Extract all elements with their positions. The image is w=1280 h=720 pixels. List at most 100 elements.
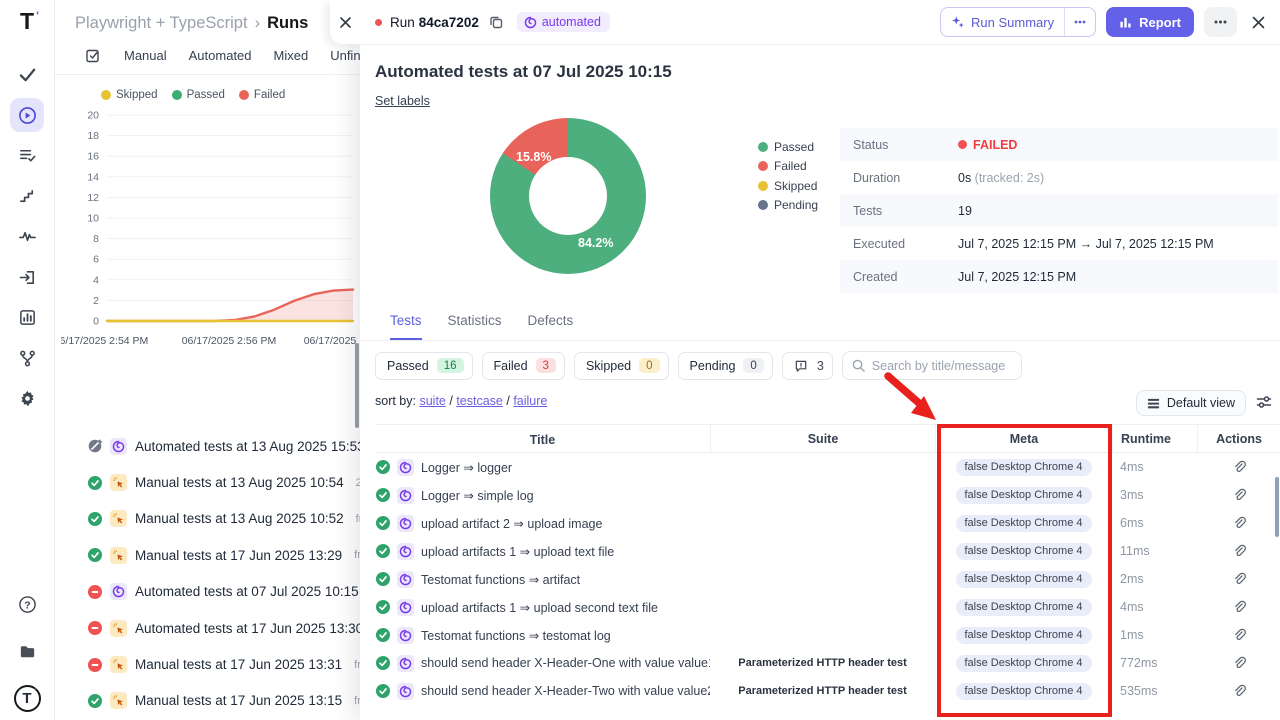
filter-chip-failed[interactable]: Failed3 [482, 352, 565, 380]
test-actions[interactable] [1197, 488, 1280, 502]
test-suite: Parameterized HTTP header test [710, 685, 935, 697]
pulse-icon[interactable] [10, 220, 44, 254]
test-row[interactable]: should send header X-Header-Two with val… [375, 677, 1280, 705]
set-labels-link[interactable]: Set labels [375, 94, 430, 108]
test-row[interactable]: upload artifact 2 ⇒ upload imagefalse De… [375, 509, 1280, 537]
detail-panel-scrollbar[interactable] [1275, 477, 1279, 537]
test-runtime: 4ms [1112, 460, 1197, 474]
meta-tag[interactable]: false Desktop Chrome 4 [956, 683, 1092, 700]
test-actions[interactable] [1197, 460, 1280, 474]
select-runs-icon[interactable] [85, 47, 102, 64]
meta-tag[interactable]: false Desktop Chrome 4 [956, 515, 1092, 532]
comments-filter-chip[interactable]: 3 [782, 352, 833, 380]
milestones-stairs-icon[interactable] [10, 179, 44, 213]
runs-tab-manual[interactable]: Manual [124, 48, 167, 63]
svg-text:12: 12 [87, 192, 99, 204]
run-list-item[interactable]: Manual tests at 13 Aug 2025 10:542 [55, 464, 360, 500]
runs-tab-mixed[interactable]: Mixed [274, 48, 309, 63]
svg-text:20: 20 [87, 110, 99, 122]
run-list-item[interactable]: Manual tests at 17 Jun 2025 13:31from [55, 646, 360, 682]
test-row[interactable]: Logger ⇒ simple logfalse Desktop Chrome … [375, 481, 1280, 509]
tab-defects[interactable]: Defects [528, 308, 574, 340]
breadcrumb: Playwright + TypeScript›Runs [55, 0, 360, 33]
branch-icon[interactable] [10, 341, 44, 375]
donut-failed-label: 15.8% [516, 150, 551, 164]
meta-tag[interactable]: false Desktop Chrome 4 [956, 543, 1092, 560]
default-view-button[interactable]: Default view [1136, 390, 1246, 416]
test-actions[interactable] [1197, 684, 1280, 698]
automated-run-icon [397, 683, 414, 700]
sort-link-testcase[interactable]: testcase [456, 394, 503, 408]
test-actions[interactable] [1197, 516, 1280, 530]
runs-play-icon[interactable] [10, 98, 44, 132]
tab-tests[interactable]: Tests [390, 308, 422, 340]
sort-link-suite[interactable]: suite [419, 394, 445, 408]
panel-close-button[interactable] [330, 0, 361, 44]
more-actions-button[interactable] [1204, 7, 1237, 37]
run-list-item[interactable]: Manual tests at 17 Jun 2025 13:15from [55, 683, 360, 719]
attachment-link-icon [1232, 460, 1246, 474]
run-list-item[interactable]: Manual tests at 17 Jun 2025 13:29from [55, 537, 360, 573]
column-header-meta[interactable]: Meta [935, 425, 1112, 454]
breadcrumb-project[interactable]: Playwright + TypeScript [75, 14, 248, 32]
test-row[interactable]: Testomat functions ⇒ testomat logfalse D… [375, 621, 1280, 649]
tab-statistics[interactable]: Statistics [448, 308, 502, 340]
copy-run-id-button[interactable] [489, 15, 503, 29]
run-summary-button[interactable]: Run Summary [940, 7, 1096, 37]
run-list-item[interactable]: Manual tests at 13 Aug 2025 10:52from [55, 501, 360, 537]
test-row[interactable]: Logger ⇒ loggerfalse Desktop Chrome 44ms [375, 453, 1280, 481]
column-header-suite[interactable]: Suite [710, 425, 935, 454]
settings-gear-icon[interactable] [10, 382, 44, 416]
column-header-runtime[interactable]: Runtime [1112, 425, 1197, 454]
library-folder-icon[interactable] [10, 635, 44, 669]
runs-panel: Playwright + TypeScript›Runs Manual Autom… [55, 0, 360, 720]
test-actions[interactable] [1197, 544, 1280, 558]
app-logo[interactable]: T' [20, 8, 34, 35]
filter-chip-skipped[interactable]: Skipped0 [574, 352, 669, 380]
account-avatar[interactable]: T' [14, 685, 41, 712]
run-list-item[interactable]: Automated tests at 13 Aug 2025 15:53 [55, 428, 360, 464]
column-header-actions[interactable]: Actions [1197, 425, 1280, 454]
legend-dot [101, 90, 111, 100]
run-summary-more-button[interactable] [1064, 8, 1095, 36]
meta-tag[interactable]: false Desktop Chrome 4 [956, 487, 1092, 504]
test-actions[interactable] [1197, 656, 1280, 670]
tests-check-icon[interactable] [10, 58, 44, 92]
column-header-title[interactable]: Title [375, 433, 710, 447]
runs-tab-automated[interactable]: Automated [189, 48, 252, 63]
tests-table-header: TitleSuiteMetaRuntimeActions [375, 424, 1280, 453]
meta-tag[interactable]: false Desktop Chrome 4 [956, 599, 1092, 616]
test-actions[interactable] [1197, 628, 1280, 642]
runs-panel-scrollbar[interactable] [355, 343, 359, 428]
automated-badge[interactable]: automated [517, 12, 610, 32]
test-row[interactable]: upload artifacts 1 ⇒ upload text filefal… [375, 537, 1280, 565]
info-row-status: StatusFAILED [840, 128, 1278, 161]
view-settings-icon[interactable] [1256, 394, 1272, 415]
test-runtime: 535ms [1112, 684, 1197, 698]
test-row[interactable]: upload artifacts 1 ⇒ upload second text … [375, 593, 1280, 621]
filter-chip-pending[interactable]: Pending0 [678, 352, 773, 380]
run-list-item[interactable]: Automated tests at 17 Jun 2025 13:30 [55, 610, 360, 646]
svg-text:18: 18 [87, 130, 99, 142]
plans-list-icon[interactable] [10, 139, 44, 173]
test-search[interactable] [842, 351, 1022, 380]
search-input[interactable] [872, 359, 1012, 373]
test-row[interactable]: should send header X-Header-One with val… [375, 649, 1280, 677]
legend-item-passed: Passed [172, 89, 225, 101]
report-button[interactable]: Report [1106, 7, 1194, 37]
test-row[interactable]: Testomat functions ⇒ artifactfalse Deskt… [375, 565, 1280, 593]
analytics-icon[interactable] [10, 301, 44, 335]
run-list-item[interactable]: Automated tests at 07 Jul 2025 10:15 [55, 574, 360, 610]
close-run-detail-button[interactable] [1251, 15, 1266, 30]
meta-tag[interactable]: false Desktop Chrome 4 [956, 627, 1092, 644]
help-icon[interactable]: ? [10, 588, 44, 622]
meta-tag[interactable]: false Desktop Chrome 4 [956, 459, 1092, 476]
meta-tag[interactable]: false Desktop Chrome 4 [956, 571, 1092, 588]
import-icon[interactable] [10, 260, 44, 294]
runs-tab-unfinished[interactable]: Unfinished [330, 48, 360, 63]
meta-tag[interactable]: false Desktop Chrome 4 [956, 655, 1092, 672]
filter-chip-passed[interactable]: Passed16 [375, 352, 473, 380]
test-actions[interactable] [1197, 600, 1280, 614]
test-actions[interactable] [1197, 572, 1280, 586]
sort-link-failure[interactable]: failure [513, 394, 547, 408]
